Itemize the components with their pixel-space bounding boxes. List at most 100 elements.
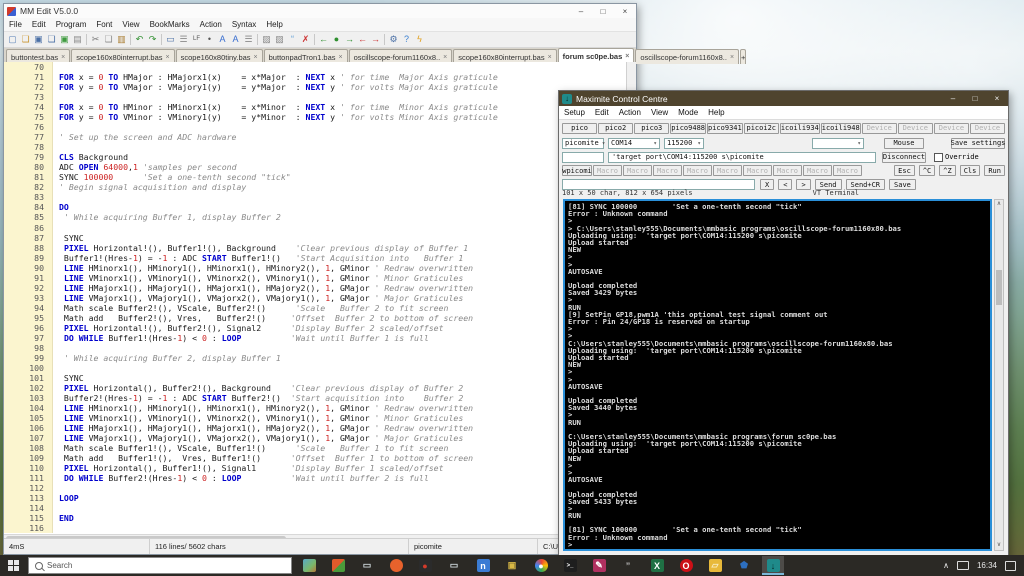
ctrl-button-c[interactable]: ^C <box>919 165 935 176</box>
copy-icon[interactable]: ❏ <box>102 33 115 46</box>
device-preset-button-4[interactable]: pico9488 <box>670 123 706 134</box>
device-preset-button-7[interactable]: icoili934 <box>780 123 820 134</box>
font-italic-icon[interactable]: A <box>216 33 229 46</box>
font-find-icon[interactable]: A <box>229 33 242 46</box>
mmedit-menu-edit[interactable]: Edit <box>27 20 51 29</box>
override-checkbox[interactable] <box>934 153 943 162</box>
vt-terminal[interactable]: [81] SYNC 100000 'Set a one-tenth second… <box>563 199 992 551</box>
start-button[interactable] <box>0 555 26 576</box>
save-all-icon[interactable]: ▣ <box>58 33 71 46</box>
ctrl-button-cls[interactable]: Cls <box>960 165 981 176</box>
mmcc-menu-setup[interactable]: Setup <box>559 108 590 117</box>
opera-icon[interactable]: O <box>675 556 697 575</box>
tab-close-icon[interactable]: × <box>61 54 65 61</box>
device-preset-button-5[interactable]: pico9341 <box>707 123 743 134</box>
device-preset-button-2[interactable]: pico2 <box>598 123 633 134</box>
notepadpp-icon[interactable]: n <box>472 556 494 575</box>
mmcc-menu-help[interactable]: Help <box>703 108 729 117</box>
widgets-icon[interactable] <box>298 556 320 575</box>
bullet-icon[interactable]: • <box>203 33 216 46</box>
monitor-icon-1[interactable]: ▭ <box>356 556 378 575</box>
display-icon[interactable]: ▭ <box>164 33 177 46</box>
network-icon[interactable] <box>957 561 969 570</box>
terminal-scroll-thumb[interactable] <box>996 270 1002 305</box>
new-file-icon[interactable]: ▢ <box>6 33 19 46</box>
tab-close-icon[interactable]: × <box>730 54 734 61</box>
tray-chevron-icon[interactable]: ∧ <box>943 561 949 570</box>
linefeed-icon[interactable]: LF <box>190 33 203 46</box>
flash-icon[interactable]: ϟ <box>413 33 426 46</box>
device-preset-button-8[interactable]: icoili948 <box>821 123 861 134</box>
defender-icon[interactable]: ⬟ <box>733 556 755 575</box>
ctrl-button-esc[interactable]: Esc <box>894 165 915 176</box>
redo-icon[interactable]: ↷ <box>146 33 159 46</box>
monitor-icon-2[interactable]: ▭ <box>443 556 465 575</box>
paste-icon[interactable]: ▥ <box>115 33 128 46</box>
mmcc-maximize-button[interactable]: □ <box>964 91 986 106</box>
undo-icon[interactable]: ↶ <box>133 33 146 46</box>
tab-oscillscope-forum1160x8-[interactable]: oscillscope-forum1160x8..× <box>635 49 739 64</box>
device-preset-button-1[interactable]: pico <box>562 123 597 134</box>
open-file-icon[interactable]: ❏ <box>19 33 32 46</box>
mmedit-titlebar[interactable]: MM Edit V5.0.0 – □ × <box>4 4 636 18</box>
tab-close-icon[interactable]: × <box>254 54 258 61</box>
paint-icon[interactable]: ✎ <box>588 556 610 575</box>
device-preset-button-3[interactable]: pico3 <box>634 123 669 134</box>
mmedit-menu-font[interactable]: Font <box>91 20 117 29</box>
error-forward-icon[interactable]: → <box>369 33 382 46</box>
mmedit-menu-view[interactable]: View <box>117 20 144 29</box>
mmedit-menu-bookmarks[interactable]: BookMarks <box>145 20 195 29</box>
new-tab-button[interactable]: + <box>740 49 746 64</box>
spreadsheet-icon[interactable]: X <box>646 556 668 575</box>
mmcc-menu-mode[interactable]: Mode <box>673 108 703 117</box>
explorer-icon[interactable]: ▱ <box>704 556 726 575</box>
indent-icon[interactable]: ▨ <box>260 33 273 46</box>
mmedit-close-button[interactable]: × <box>614 4 636 18</box>
mouse-button[interactable]: Mouse <box>884 138 924 149</box>
mmedit-maximize-button[interactable]: □ <box>592 4 614 18</box>
save-as-icon[interactable]: ❏ <box>45 33 58 46</box>
terminal-icon[interactable]: >_ <box>559 556 581 575</box>
disconnect-button[interactable]: Disconnect <box>882 152 926 163</box>
nav-home-icon[interactable]: ● <box>330 33 343 46</box>
extra-select[interactable]: ▾ <box>812 138 864 149</box>
mmcc-menu-view[interactable]: View <box>646 108 673 117</box>
outline-icon[interactable]: ☰ <box>242 33 255 46</box>
target-port-input[interactable]: 'target port\COM14:115200 s\picomite <box>608 152 876 163</box>
mmedit-menu-help[interactable]: Help <box>261 20 287 29</box>
nav-forward-icon[interactable]: → <box>343 33 356 46</box>
tab-close-icon[interactable]: × <box>339 54 343 61</box>
mmedit-menu-program[interactable]: Program <box>51 20 92 29</box>
mmcc-close-button[interactable]: × <box>986 91 1008 106</box>
tab-close-icon[interactable]: × <box>548 54 552 61</box>
baud-rate-select[interactable]: 115200▾ <box>664 138 704 149</box>
list-icon[interactable]: ☰ <box>177 33 190 46</box>
search-input[interactable]: Search <box>28 557 292 574</box>
scroll-down-icon[interactable]: ∨ <box>995 541 1003 550</box>
camera-icon[interactable]: ● <box>414 556 436 575</box>
settings-icon[interactable]: ⚙ <box>387 33 400 46</box>
ctrl-button-z[interactable]: ^Z <box>939 165 955 176</box>
mmcc-icon[interactable]: ↓ <box>762 556 784 575</box>
scroll-up-icon[interactable]: ∧ <box>995 200 1003 209</box>
print-icon[interactable]: ▤ <box>71 33 84 46</box>
terminal-scrollbar[interactable]: ∧ ∨ <box>994 199 1004 551</box>
notification-icon[interactable] <box>1005 561 1016 571</box>
code-editor[interactable]: 70 71FOR x = 0 TO HMajor : HMajorx1(x) =… <box>4 62 627 534</box>
ctrl-button-run[interactable]: Run <box>984 165 1005 176</box>
prefix-input[interactable] <box>562 152 604 163</box>
com-port-select[interactable]: COM14▾ <box>608 138 660 149</box>
comment-icon[interactable]: “ <box>286 33 299 46</box>
mmcc-titlebar[interactable]: ↓ Maximite Control Centre – □ × <box>559 91 1008 106</box>
save-settings-button[interactable]: Save settings <box>951 138 1005 149</box>
quotes-icon[interactable]: ” <box>617 556 639 575</box>
clock[interactable]: 16:34 <box>977 561 997 570</box>
chrome-icon[interactable]: ● <box>530 556 552 575</box>
macro-button-wpicomi[interactable]: wpicomi <box>562 165 592 176</box>
tab-close-icon[interactable]: × <box>625 53 629 60</box>
mmcc-minimize-button[interactable]: – <box>942 91 964 106</box>
brave-icon[interactable] <box>385 556 407 575</box>
tab-close-icon[interactable]: × <box>166 54 170 61</box>
store-icon[interactable] <box>327 556 349 575</box>
mmcc-menu-edit[interactable]: Edit <box>590 108 614 117</box>
